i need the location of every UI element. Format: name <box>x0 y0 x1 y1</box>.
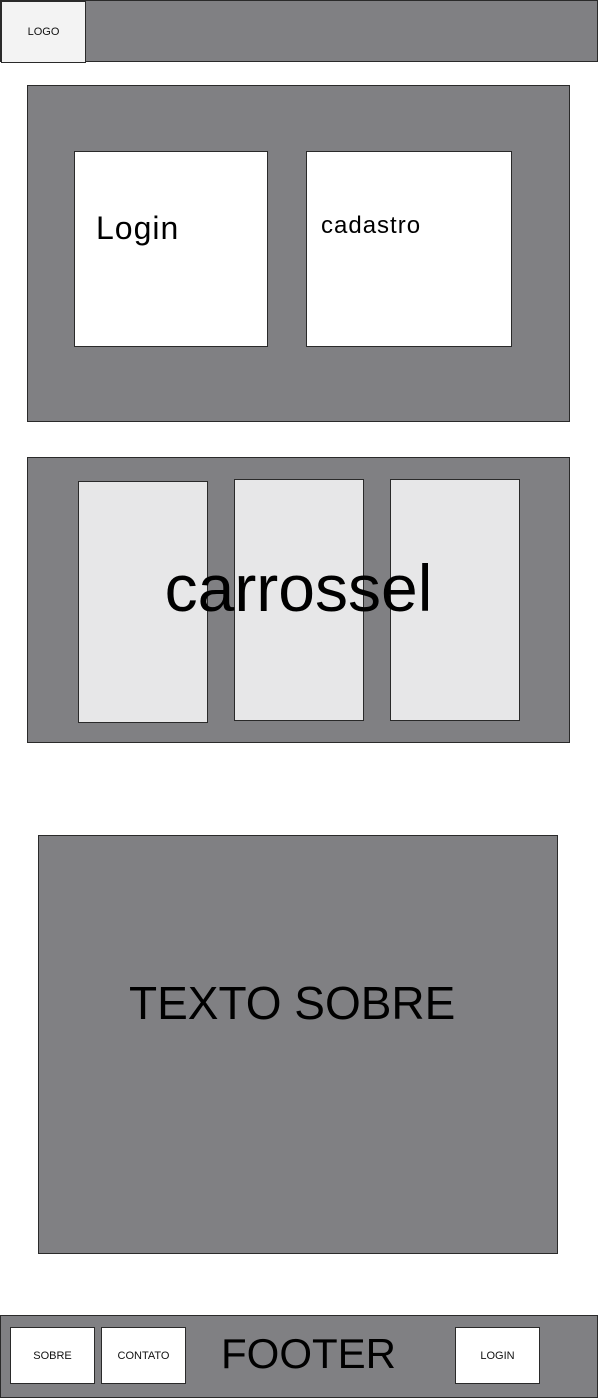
carousel: carrossel <box>27 457 570 743</box>
footer: SOBRE CONTATO FOOTER LOGIN <box>0 1315 598 1398</box>
cadastro-box[interactable]: cadastro <box>306 151 512 347</box>
cadastro-title: cadastro <box>321 212 422 239</box>
footer-contato-button[interactable]: CONTATO <box>101 1327 186 1384</box>
footer-login-button[interactable]: LOGIN <box>455 1327 540 1384</box>
carousel-label: carrossel <box>164 551 433 625</box>
about-label: TEXTO SOBRE <box>129 977 456 1029</box>
login-box[interactable]: Login <box>74 151 268 347</box>
login-title: Login <box>96 210 180 246</box>
footer-label: FOOTER <box>221 1330 396 1377</box>
header: LOGO <box>0 0 598 63</box>
auth-section: Login cadastro <box>27 85 570 422</box>
about-section: TEXTO SOBRE <box>38 835 558 1254</box>
footer-sobre-button[interactable]: SOBRE <box>10 1327 95 1384</box>
logo[interactable]: LOGO <box>1 1 86 63</box>
